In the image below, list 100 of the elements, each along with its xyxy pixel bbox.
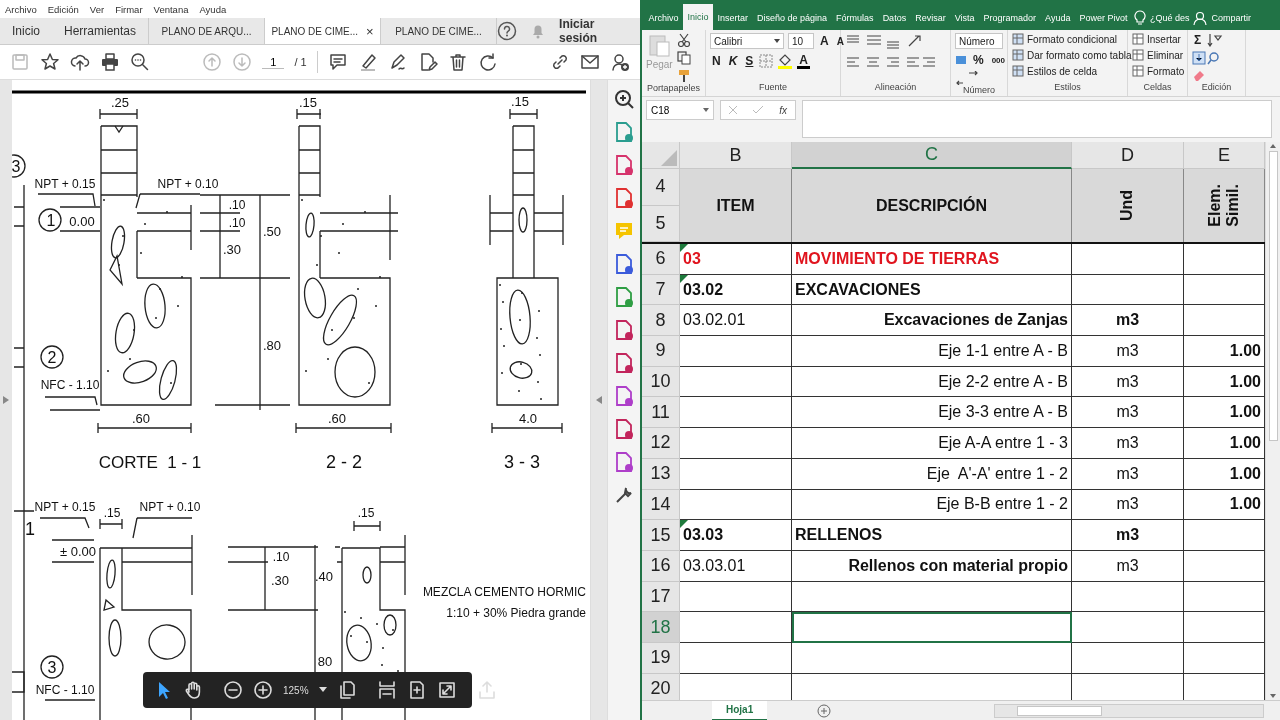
fill-down-icon[interactable]: [1192, 51, 1222, 65]
close-button[interactable]: ×: [366, 23, 374, 39]
fit-width-icon[interactable]: [376, 680, 397, 700]
row-header[interactable]: 17: [642, 581, 680, 613]
ribbon-tab[interactable]: Vista: [950, 6, 979, 30]
check-icon[interactable]: [753, 106, 764, 114]
user-add-icon[interactable]: [610, 52, 630, 72]
document-icon[interactable]: [613, 187, 635, 209]
menu-item[interactable]: Archivo: [5, 3, 37, 15]
ribbon-tab[interactable]: Revisar: [910, 6, 951, 30]
share-button[interactable]: Compartir: [1211, 13, 1251, 23]
arrow-left-icon[interactable]: [596, 396, 602, 404]
row-header[interactable]: 9: [642, 336, 680, 367]
ribbon-tab[interactable]: Ayuda: [1040, 6, 1075, 30]
cloud-upload-icon[interactable]: [70, 52, 90, 72]
horizontal-scrollbar[interactable]: [994, 703, 1264, 718]
arrow-right-icon[interactable]: [3, 396, 9, 404]
percent-button[interactable]: %: [971, 53, 986, 67]
tell-me-search[interactable]: ¿Qué des: [1149, 13, 1190, 23]
ribbon-tab[interactable]: Datos: [878, 6, 911, 30]
document-tab[interactable]: PLANO DE CIME... ×: [264, 18, 381, 44]
page-number-field[interactable]: 1: [262, 55, 285, 69]
lightbulb-icon[interactable]: [1133, 10, 1146, 26]
comment-icon[interactable]: [327, 52, 348, 72]
autosum-button[interactable]: Σ: [1192, 33, 1204, 47]
underline-button[interactable]: S: [743, 54, 756, 68]
ribbon-tab[interactable]: Archivo: [644, 6, 683, 30]
row-header[interactable]: 14: [642, 489, 680, 521]
thousands-button[interactable]: 000: [989, 55, 1008, 65]
scissors-icon[interactable]: [676, 33, 691, 47]
fill-color-icon[interactable]: [777, 53, 794, 69]
column-header[interactable]: D: [1072, 142, 1184, 169]
row-header[interactable]: 5: [642, 205, 680, 242]
cells-menu-item[interactable]: Formato: [1132, 65, 1185, 77]
copy-icon[interactable]: [676, 51, 691, 65]
styles-menu-item[interactable]: Dar formato como tabla: [1012, 49, 1132, 61]
menu-item[interactable]: Ayuda: [199, 3, 227, 15]
document-icon[interactable]: [613, 319, 635, 341]
vertical-scrollbar[interactable]: [1265, 142, 1280, 700]
row-header[interactable]: 12: [642, 428, 680, 459]
document-icon[interactable]: [613, 451, 635, 473]
mail-icon[interactable]: [580, 52, 600, 72]
shrink-font-button[interactable]: A: [834, 35, 846, 47]
font-color-button[interactable]: A: [797, 53, 811, 69]
ribbon-tab[interactable]: Insertar: [713, 6, 753, 30]
row-header[interactable]: 4: [642, 169, 680, 206]
menu-item[interactable]: Ventana: [153, 3, 189, 15]
document-icon[interactable]: [613, 385, 635, 407]
ribbon-tab[interactable]: Inicio: [683, 4, 714, 30]
row-header[interactable]: 15: [642, 520, 680, 551]
document-icon[interactable]: [613, 121, 635, 143]
menu-item[interactable]: Firmar: [115, 3, 143, 15]
currency-icon[interactable]: [955, 54, 967, 66]
trash-icon[interactable]: [447, 52, 468, 72]
zoom-level[interactable]: 125%: [283, 684, 309, 696]
menu-item[interactable]: Ver: [89, 3, 105, 15]
caret-icon[interactable]: [318, 687, 327, 693]
document-icon[interactable]: [613, 286, 635, 308]
font-name-field[interactable]: Calibri: [710, 33, 784, 49]
printer-icon[interactable]: [100, 52, 120, 72]
sheet-tab[interactable]: Hoja1: [712, 700, 768, 720]
document-icon[interactable]: [613, 253, 635, 275]
ribbon-tab[interactable]: Programador: [979, 6, 1041, 30]
row-header[interactable]: 7: [642, 274, 680, 306]
styles-menu-item[interactable]: Formato condicional: [1012, 33, 1132, 45]
star-icon[interactable]: [40, 52, 60, 72]
link-icon[interactable]: [550, 52, 570, 72]
ribbon-tab[interactable]: Diseño de página: [752, 6, 832, 30]
font-size-field[interactable]: 10: [788, 33, 814, 49]
person-icon[interactable]: [1193, 11, 1208, 25]
row-header[interactable]: 8: [642, 305, 680, 337]
zoom-search-icon[interactable]: [130, 52, 150, 72]
cells-menu-item[interactable]: Eliminar: [1132, 49, 1185, 61]
row-header[interactable]: 11: [642, 397, 680, 429]
italic-button[interactable]: K: [726, 54, 740, 68]
ribbon-tab[interactable]: Fórmulas: [831, 6, 879, 30]
formula-field[interactable]: [802, 100, 1272, 138]
name-box[interactable]: C18: [646, 100, 714, 120]
document-icon[interactable]: [613, 418, 635, 440]
column-header[interactable]: B: [680, 142, 792, 169]
help-icon[interactable]: [497, 21, 518, 41]
add-sheet-icon[interactable]: [817, 703, 832, 718]
cells-menu-item[interactable]: Insertar: [1132, 33, 1185, 45]
row-header[interactable]: 10: [642, 366, 680, 398]
ribbon-tab[interactable]: Power Pivot: [1074, 6, 1132, 30]
document-icon[interactable]: [613, 352, 635, 374]
brush-icon[interactable]: [676, 69, 691, 83]
zoom-out-icon[interactable]: [223, 680, 243, 700]
styles-menu-item[interactable]: Estilos de celda: [1012, 65, 1132, 77]
row-header[interactable]: 18: [642, 612, 680, 643]
table-cell[interactable]: [792, 612, 1072, 643]
zoom-in-icon[interactable]: [253, 680, 273, 700]
column-header[interactable]: E: [1184, 142, 1265, 169]
bold-button[interactable]: N: [710, 54, 723, 68]
rotate-icon[interactable]: [477, 52, 498, 72]
sign-in-link[interactable]: Iniciar sesión: [559, 17, 622, 45]
menu-item[interactable]: Edición: [47, 3, 79, 15]
row-header[interactable]: 13: [642, 458, 680, 490]
sort-icon[interactable]: [1207, 33, 1224, 47]
number-format-field[interactable]: Número: [955, 33, 1003, 49]
